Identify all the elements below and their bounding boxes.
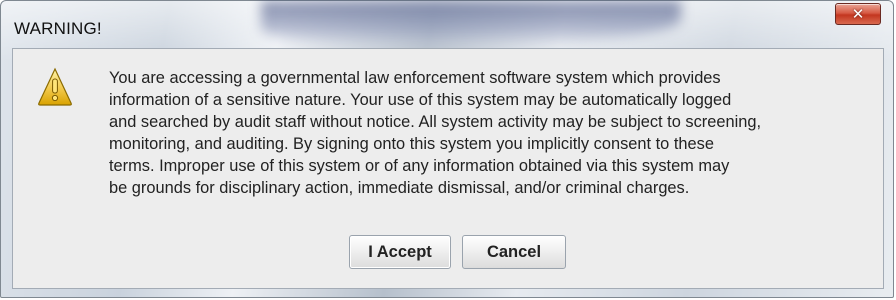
warning-icon	[38, 67, 72, 106]
warning-message: You are accessing a governmental law enf…	[109, 69, 762, 197]
close-icon: ✕	[851, 5, 865, 23]
accept-button[interactable]: I Accept	[349, 235, 451, 269]
window-title: WARNING!	[14, 19, 102, 38]
cancel-button[interactable]: Cancel	[462, 235, 566, 269]
close-button[interactable]: ✕	[835, 3, 881, 25]
title-bar-decoration	[261, 1, 681, 47]
dialog-content: You are accessing a governmental law enf…	[12, 48, 884, 289]
warning-dialog-window: WARNING! ✕ You are accessing a governmen…	[0, 0, 894, 298]
